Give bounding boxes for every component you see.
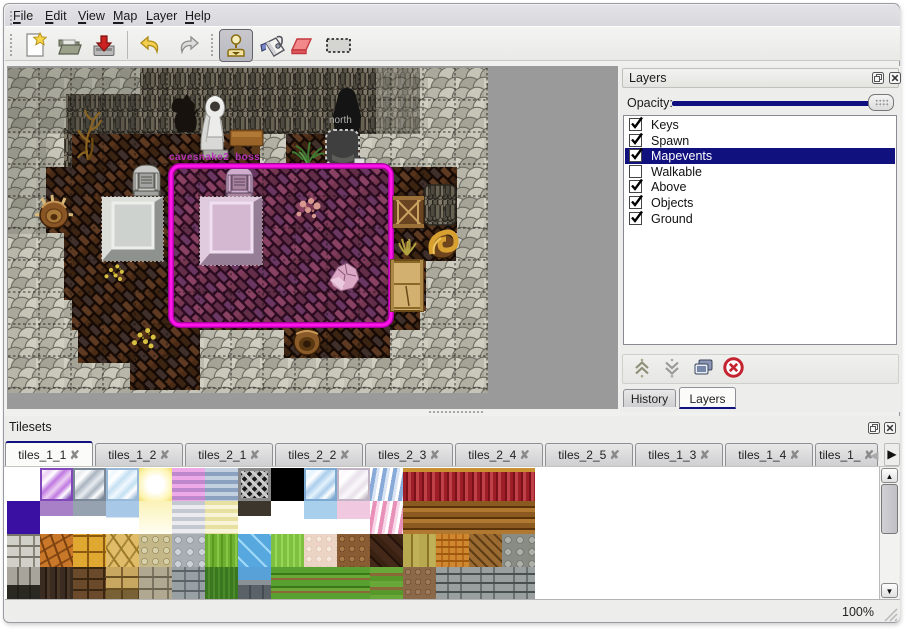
svg-text:cavesnake2_boss: cavesnake2_boss — [169, 152, 260, 163]
svg-text:north: north — [329, 115, 352, 126]
